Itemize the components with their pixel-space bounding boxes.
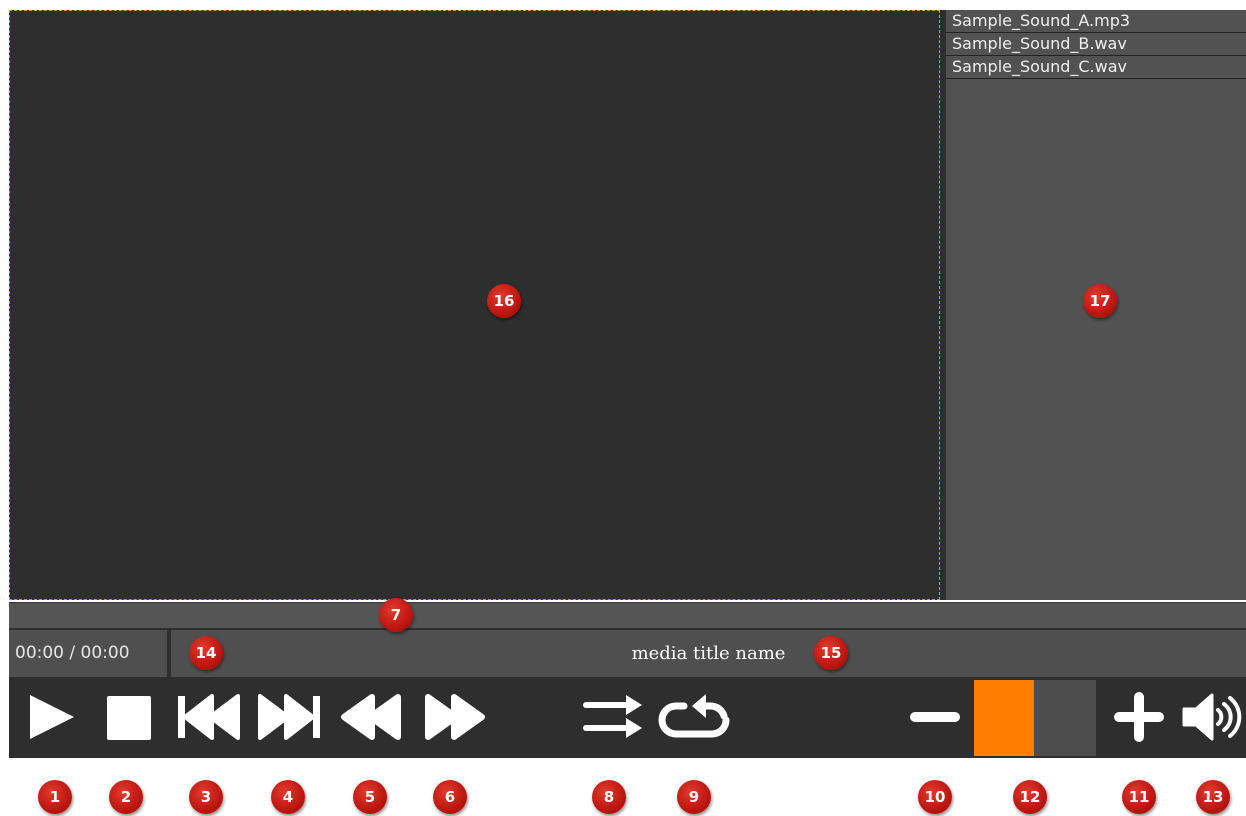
callout-badge-time: 14 (189, 636, 223, 670)
volume-down-button[interactable] (906, 692, 964, 742)
repeat-button[interactable] (654, 692, 736, 742)
callout-badge-repeat: 9 (677, 780, 711, 814)
play-icon (30, 695, 74, 739)
callout-badge-volume-bar: 12 (1013, 780, 1047, 814)
callout-badge-volume-up: 11 (1122, 780, 1156, 814)
video-display-area[interactable] (9, 10, 940, 600)
time-display: 00:00 / 00:00 (9, 630, 167, 677)
stop-button[interactable] (101, 692, 155, 742)
skip-previous-icon (178, 694, 240, 740)
playlist-item[interactable]: Sample_Sound_B.wav (946, 33, 1246, 56)
speaker-icon (1182, 693, 1242, 741)
callout-badge-seek: 7 (379, 598, 413, 632)
callout-badge-stop: 2 (109, 780, 143, 814)
callout-badge-volume-down: 10 (918, 780, 952, 814)
playlist-item[interactable]: Sample_Sound_C.wav (946, 56, 1246, 79)
next-button[interactable] (256, 692, 322, 742)
callout-badge-fast-forward: 6 (433, 780, 467, 814)
callout-badge-play: 1 (38, 780, 72, 814)
repeat-icon (658, 694, 730, 738)
fast-forward-icon (425, 694, 485, 740)
callout-badge-previous: 3 (189, 780, 223, 814)
callout-badge-next: 4 (271, 780, 305, 814)
callout-badge-title: 15 (814, 636, 848, 670)
plus-icon (1114, 692, 1164, 742)
fast-forward-button[interactable] (422, 692, 486, 742)
callout-badge-playlist: 17 (1083, 284, 1117, 318)
play-button[interactable] (24, 692, 78, 742)
callout-badge-rewind: 5 (353, 780, 387, 814)
callout-badge-shuffle: 8 (592, 780, 626, 814)
playlist-item[interactable]: Sample_Sound_A.mp3 (946, 10, 1246, 33)
shuffle-button[interactable] (580, 692, 646, 742)
previous-button[interactable] (176, 692, 242, 742)
minus-icon (910, 712, 960, 722)
rewind-icon (341, 694, 401, 740)
volume-up-button[interactable] (1112, 692, 1166, 742)
stop-icon (107, 696, 151, 740)
seek-bar[interactable] (9, 602, 1246, 628)
callout-badge-mute: 13 (1196, 780, 1230, 814)
rewind-button[interactable] (340, 692, 404, 742)
volume-fill (974, 680, 1034, 756)
skip-next-icon (258, 694, 320, 740)
shuffle-icon (583, 695, 642, 738)
media-title: media title name (631, 643, 786, 664)
mute-button[interactable] (1182, 692, 1244, 742)
callout-badge-video: 16 (487, 284, 521, 318)
